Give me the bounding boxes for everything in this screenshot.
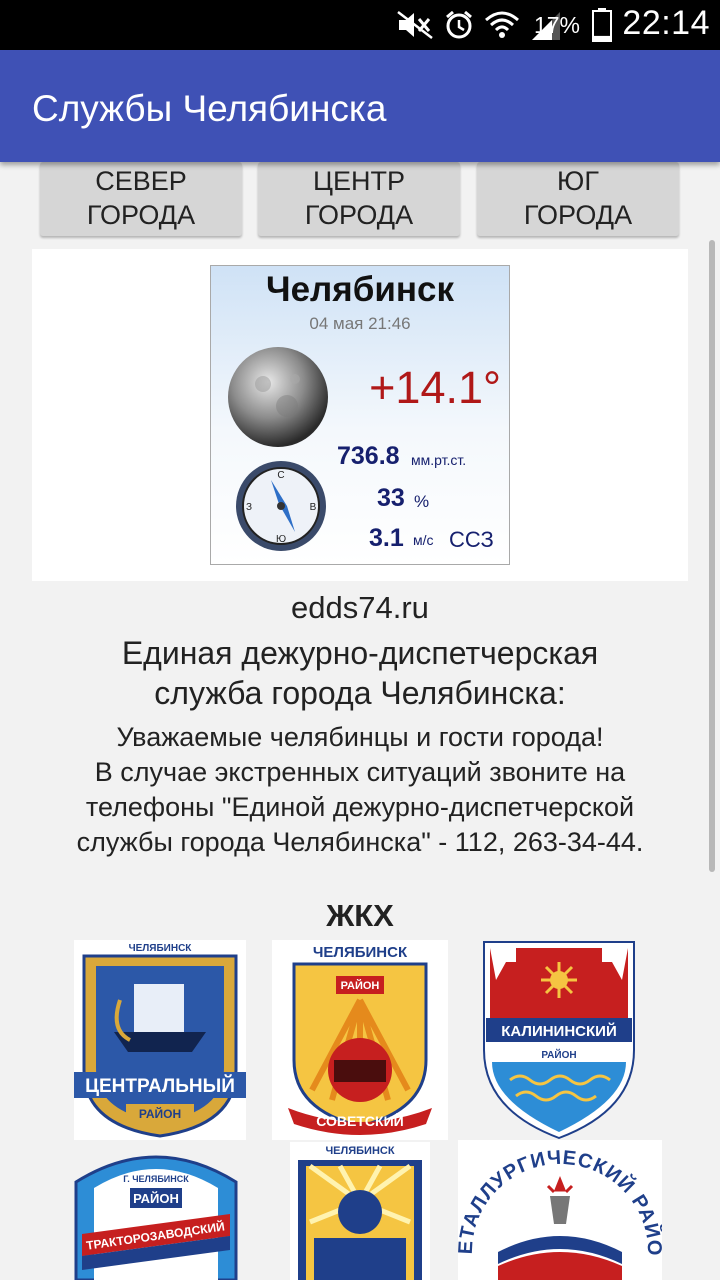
notice-line3: телефоны "Единой дежурно-диспетчерской <box>85 792 635 822</box>
svg-text:СОВЕТСКИЙ: СОВЕТСКИЙ <box>316 1112 403 1129</box>
svg-text:Г. ЧЕЛЯБИНСК: Г. ЧЕЛЯБИНСК <box>123 1174 189 1184</box>
svg-text:КАЛИНИНСКИЙ: КАЛИНИНСКИЙ <box>501 1022 616 1040</box>
app-title: Службы Челябинска <box>32 88 387 129</box>
notice-line1: Уважаемые челябинцы и гости города! <box>116 722 604 752</box>
wind-speed-value: 3.1 <box>369 524 404 552</box>
compass-e: В <box>310 502 317 513</box>
tab-south-button[interactable]: ЮГ ГОРОДА <box>477 162 679 236</box>
central-district-emblem[interactable]: ЧЕЛЯБИНСК ЦЕНТРАЛЬНЫЙ РАЙОН <box>74 940 246 1140</box>
svg-text:РАЙОН: РАЙОН <box>139 1106 181 1121</box>
svg-text:ЧЕЛЯБИНСК: ЧЕЛЯБИНСК <box>313 944 408 961</box>
weather-temperature: +14.1° <box>369 362 501 413</box>
tab-label-line2: ГОРОДА <box>523 200 633 230</box>
district-tabs: СЕВЕР ГОРОДА ЦЕНТР ГОРОДА ЮГ ГОРОДА <box>0 162 720 238</box>
traktorozavodsky-district-emblem[interactable]: Г. ЧЕЛЯБИНСК РАЙОН ТРАКТОРОЗАВОДСКИЙ <box>66 1142 246 1280</box>
pressure-value: 736.8 <box>337 442 400 470</box>
compass-n: С <box>277 470 284 481</box>
service-heading-line2: служба города Челябинска: <box>154 675 566 711</box>
emergency-notice: Уважаемые челябинцы и гости города! В сл… <box>30 720 690 860</box>
battery-icon <box>592 8 612 42</box>
notice-line2: В случае экстренных ситуаций звоните на <box>94 757 626 787</box>
compass-w: З <box>246 502 252 513</box>
kalininsky-district-emblem[interactable]: КАЛИНИНСКИЙ РАЙОН <box>480 940 638 1140</box>
moon-icon <box>228 347 328 447</box>
tab-center-button[interactable]: ЦЕНТР ГОРОДА <box>258 162 460 236</box>
weather-date: 04 мая 21:46 <box>309 314 411 333</box>
svg-text:ЧЕЛЯБИНСК: ЧЕЛЯБИНСК <box>129 943 193 954</box>
alarm-icon <box>446 10 472 39</box>
weather-city: Челябинск <box>266 270 454 309</box>
svg-text:РАЙОН: РАЙОН <box>541 1048 576 1061</box>
city-district-emblem[interactable]: ЧЕЛЯБИНСК <box>290 1142 430 1280</box>
battery-percent: 17% <box>533 12 580 38</box>
svg-text:РАЙОН: РАЙОН <box>341 979 380 992</box>
svg-text:РАЙОН: РАЙОН <box>133 1191 179 1206</box>
svg-text:ЧЕЛЯБИНСК: ЧЕЛЯБИНСК <box>325 1145 394 1157</box>
clock: 22:14 <box>622 4 710 42</box>
pressure-unit: мм.рт.ст. <box>411 452 467 468</box>
tab-label-line1: ЮГ <box>557 166 599 196</box>
tab-label-line2: ГОРОДА <box>86 200 196 230</box>
tab-label-line1: СЕВЕР <box>95 166 187 196</box>
tab-label-line1: ЦЕНТР <box>313 166 405 196</box>
section-title: ЖКХ <box>326 898 394 933</box>
wind-direction: ССЗ <box>449 527 494 552</box>
site-link[interactable]: edds74.ru <box>0 590 720 626</box>
mute-icon <box>397 11 433 39</box>
humidity-unit: % <box>414 492 430 511</box>
tab-label-line2: ГОРОДА <box>304 200 414 230</box>
notice-line4: службы города Челябинска" - 112, 263-34-… <box>76 827 644 857</box>
svg-text:ЦЕНТРАЛЬНЫЙ: ЦЕНТРАЛЬНЫЙ <box>85 1075 235 1097</box>
weather-widget[interactable]: Челябинск 04 мая 21:46 +14.1° С Ю В З 73… <box>210 265 510 565</box>
wifi-icon <box>485 11 519 38</box>
service-heading-line1: Единая дежурно-диспетчерская <box>121 635 599 671</box>
service-heading: Единая дежурно-диспетчерская служба горо… <box>0 633 720 713</box>
metallurgichesky-district-emblem[interactable]: МЕТАЛЛУРГИЧЕСКИЙ РАЙОН <box>458 1140 662 1280</box>
scrollbar[interactable] <box>709 240 715 872</box>
weather-card: Челябинск 04 мая 21:46 +14.1° С Ю В З 73… <box>32 249 688 581</box>
wind-unit: м/с <box>413 532 434 548</box>
humidity-value: 33 <box>377 484 405 512</box>
status-bar: 17% 22:14 <box>0 0 720 50</box>
sovetsky-district-emblem[interactable]: ЧЕЛЯБИНСК РАЙОН СОВЕТСКИЙ <box>272 940 448 1140</box>
tab-north-button[interactable]: СЕВЕР ГОРОДА <box>40 162 242 236</box>
app-bar: Службы Челябинска <box>0 50 720 162</box>
compass-s: Ю <box>276 534 286 545</box>
compass-icon: С Ю В З <box>236 461 326 551</box>
